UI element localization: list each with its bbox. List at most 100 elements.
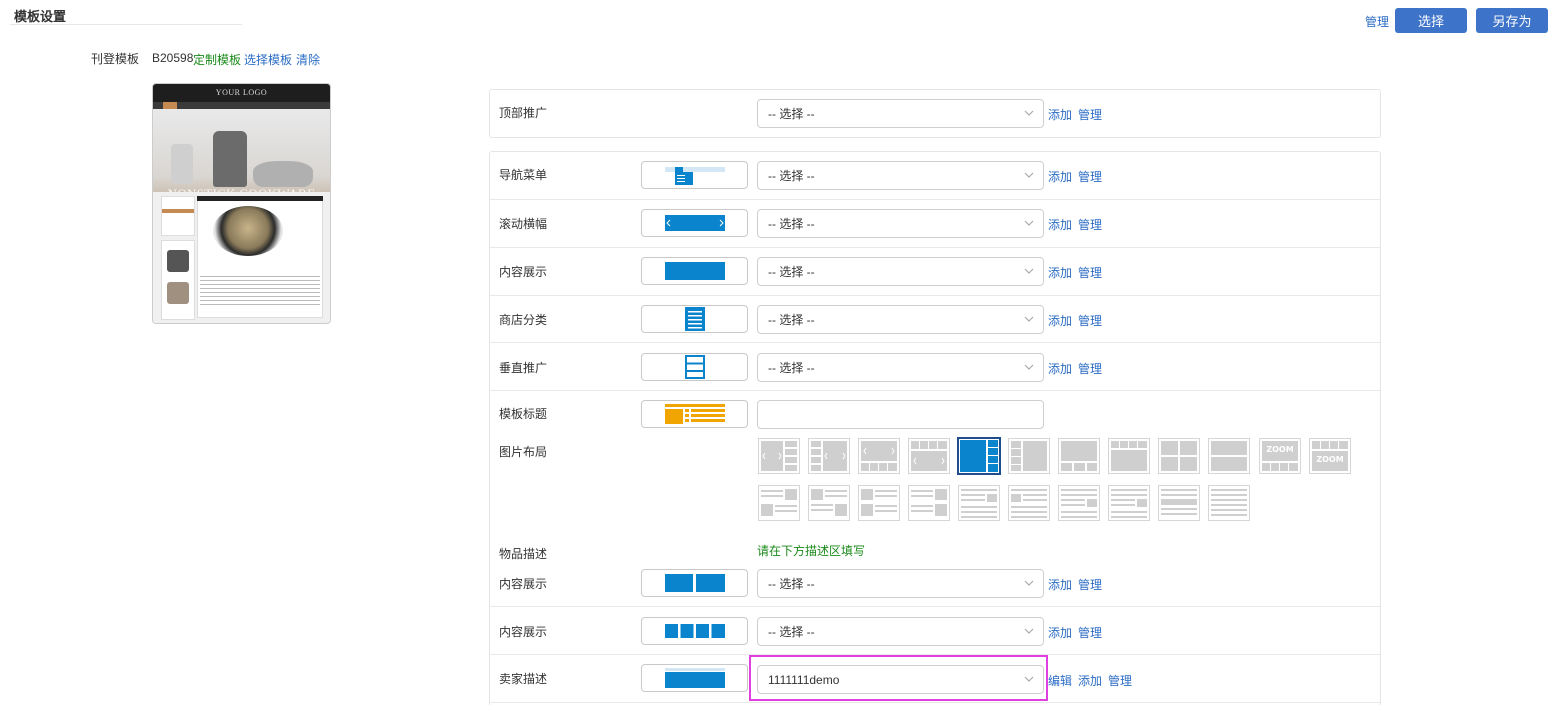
custom-template-link[interactable]: 定制模板: [193, 51, 241, 68]
image-layout-option[interactable]: [1208, 485, 1250, 521]
image-layout-option[interactable]: [1108, 485, 1150, 521]
image-layout-option[interactable]: [1008, 438, 1050, 474]
two-column-icon: [664, 574, 725, 592]
layout-option-icon: [811, 489, 847, 516]
content-display-2-layout-thumb[interactable]: [641, 569, 748, 597]
content-display-3-manage-link[interactable]: 管理: [1078, 624, 1102, 641]
banner-add-link[interactable]: 添加: [1048, 216, 1072, 233]
chevron-down-icon: [1024, 268, 1034, 274]
image-layout-option[interactable]: [808, 438, 850, 474]
content-display-2-add-link[interactable]: 添加: [1048, 576, 1072, 593]
store-category-add-link[interactable]: 添加: [1048, 312, 1072, 329]
banner-carousel-icon: [664, 215, 725, 231]
select-value: -- 选择 --: [768, 107, 815, 121]
select-button[interactable]: 选择: [1395, 8, 1467, 33]
store-category-select[interactable]: -- 选择 --: [757, 305, 1044, 334]
image-layout-option[interactable]: [1008, 485, 1050, 521]
seller-description-add-link[interactable]: 添加: [1078, 672, 1102, 689]
image-layout-option[interactable]: [908, 438, 950, 474]
content-display-3-add-link[interactable]: 添加: [1048, 624, 1072, 641]
content-display-label: 内容展示: [499, 265, 548, 279]
nav-menu-layout-thumb[interactable]: [641, 161, 748, 189]
layout-option-icon: [1011, 441, 1047, 471]
banner-manage-link[interactable]: 管理: [1078, 216, 1102, 233]
image-layout-option[interactable]: [858, 438, 900, 474]
preview-nav: [153, 102, 330, 109]
select-value: -- 选择 --: [768, 169, 815, 183]
content-display-3-layout-thumb[interactable]: [641, 617, 748, 645]
image-layout-option[interactable]: [1058, 438, 1100, 474]
image-layout-option[interactable]: [808, 485, 850, 521]
seller-description-edit-link[interactable]: 编辑: [1048, 672, 1072, 689]
preview-nav-active: [163, 102, 177, 109]
preview-blender: [171, 144, 193, 184]
content-display-2-select[interactable]: -- 选择 --: [757, 569, 1044, 598]
store-category-layout-thumb[interactable]: [641, 305, 748, 333]
nav-menu-add-link[interactable]: 添加: [1048, 168, 1072, 185]
banner-layout-thumb[interactable]: [641, 209, 748, 237]
template-title-input[interactable]: [757, 400, 1044, 429]
template-title-layout-thumb[interactable]: [641, 400, 748, 428]
image-layout-option[interactable]: [1158, 438, 1200, 474]
image-layout-option-zoom[interactable]: ZOOM: [1309, 438, 1351, 474]
preview-dish-image: [213, 206, 283, 256]
preview-pressure-cooker: [213, 131, 247, 187]
preview-logo: YOUR LOGO: [215, 88, 268, 97]
image-layout-option-selected[interactable]: [957, 437, 1001, 475]
choose-template-link[interactable]: 选择模板: [244, 51, 292, 68]
top-promo-select[interactable]: -- 选择 --: [757, 99, 1044, 128]
top-promo-add-link[interactable]: 添加: [1048, 106, 1072, 123]
chevron-down-icon: [1024, 628, 1034, 634]
image-layout-option[interactable]: [758, 485, 800, 521]
nav-menu-manage-link[interactable]: 管理: [1078, 168, 1102, 185]
layout-option-icon: [811, 441, 847, 471]
layout-option-icon: [1111, 489, 1147, 518]
chevron-down-icon: [1024, 316, 1034, 322]
seller-block-icon: [664, 668, 725, 688]
vertical-promo-layout-thumb[interactable]: [641, 353, 748, 381]
image-layout-option[interactable]: [858, 485, 900, 521]
vertical-promo-manage-link[interactable]: 管理: [1078, 360, 1102, 377]
seller-description-select[interactable]: 1111111demo: [757, 665, 1044, 694]
image-layout-option[interactable]: [1058, 485, 1100, 521]
template-preview[interactable]: YOUR LOGO NONSTICK COOKWARE: [152, 83, 331, 324]
layout-option-icon: [911, 489, 947, 516]
image-layout-option[interactable]: [1108, 438, 1150, 474]
nav-menu-select[interactable]: -- 选择 --: [757, 161, 1044, 190]
content-display-layout-thumb[interactable]: [641, 257, 748, 285]
image-layout-label: 图片布局: [499, 445, 548, 459]
image-layout-option[interactable]: [1158, 485, 1200, 521]
content-display-manage-link[interactable]: 管理: [1078, 264, 1102, 281]
content-display-2-manage-link[interactable]: 管理: [1078, 576, 1102, 593]
layout-option-icon: [1211, 489, 1247, 516]
row-divider: [490, 606, 1380, 607]
image-layout-option[interactable]: [758, 438, 800, 474]
clear-template-link[interactable]: 清除: [296, 51, 320, 68]
select-value: -- 选择 --: [768, 313, 815, 327]
seller-description-layout-thumb[interactable]: [641, 664, 748, 692]
four-column-icon: [664, 624, 725, 638]
category-list-icon: [684, 307, 705, 331]
image-layout-option-zoom[interactable]: ZOOM: [1259, 438, 1301, 474]
template-title-label: 模板标题: [499, 407, 548, 421]
vertical-promo-select[interactable]: -- 选择 --: [757, 353, 1044, 382]
image-layout-option[interactable]: [1208, 438, 1250, 474]
content-display-select[interactable]: -- 选择 --: [757, 257, 1044, 286]
vertical-promo-icon: [684, 355, 705, 379]
zoom-label: ZOOM: [1316, 455, 1344, 464]
seller-description-manage-link[interactable]: 管理: [1108, 672, 1132, 689]
vertical-promo-add-link[interactable]: 添加: [1048, 360, 1072, 377]
content-display-add-link[interactable]: 添加: [1048, 264, 1072, 281]
image-layout-option[interactable]: [958, 485, 1000, 521]
template-code: B20598: [152, 51, 194, 65]
select-value: -- 选择 --: [768, 217, 815, 231]
preview-sidebar: [161, 196, 195, 236]
banner-select[interactable]: -- 选择 --: [757, 209, 1044, 238]
top-promo-manage-link[interactable]: 管理: [1078, 106, 1102, 123]
content-display-3-select[interactable]: -- 选择 --: [757, 617, 1044, 646]
save-as-button[interactable]: 另存为: [1476, 8, 1548, 33]
row-divider: [490, 295, 1380, 296]
store-category-manage-link[interactable]: 管理: [1078, 312, 1102, 329]
manage-link[interactable]: 管理: [1365, 13, 1389, 30]
image-layout-option[interactable]: [908, 485, 950, 521]
